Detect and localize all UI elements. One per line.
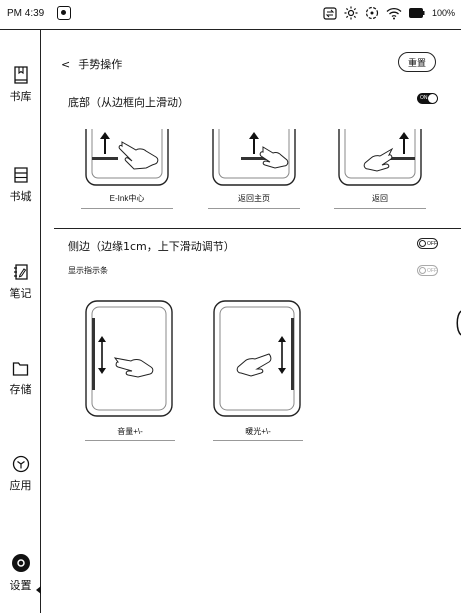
gesture-home-card[interactable] (211, 129, 297, 187)
indicator-toggle[interactable]: OFF (417, 265, 438, 276)
gesture-label: 返回 (372, 194, 388, 203)
sidebar-item-label: 存储 (9, 383, 32, 396)
gesture-label: 暖光+\- (245, 427, 271, 436)
brightness-icon[interactable] (344, 6, 358, 20)
folder-icon (12, 362, 29, 376)
toggle-state-label: OFF (427, 267, 437, 274)
battery-level: 100% (431, 8, 455, 18)
app-notification-icon[interactable] (57, 6, 71, 20)
apps-icon (12, 455, 29, 473)
gesture-volume-card[interactable] (85, 300, 173, 417)
sidebar-item-store[interactable]: 书城 (0, 166, 41, 204)
gesture-back-card[interactable] (337, 129, 423, 187)
gesture-label: E-Ink中心 (109, 194, 145, 203)
gesture-underline (208, 208, 300, 209)
status-time: PM 4:39 (7, 8, 45, 19)
sidebar-item-apps[interactable]: 应用 (0, 455, 41, 493)
gesture-eink-center-card[interactable] (84, 129, 170, 187)
sidebar-item-storage[interactable]: 存储 (0, 360, 41, 397)
page-title: 手势操作 (78, 58, 123, 71)
indicator-label: 显示指示条 (68, 266, 108, 275)
screen-refresh-icon[interactable] (323, 6, 337, 20)
toggle-state-label: ON (420, 95, 428, 101)
gesture-underline (213, 440, 303, 441)
settings-icon (11, 554, 30, 572)
sidebar: 书库 书城 笔记 存储 应用 设置 (0, 30, 41, 613)
gesture-underline (81, 208, 173, 209)
status-bar: PM 4:39 100% (0, 0, 461, 30)
sidebar-item-label: 应用 (9, 479, 32, 492)
gesture-underline (85, 440, 175, 441)
reset-button[interactable]: 重置 (398, 52, 436, 72)
store-icon (13, 167, 28, 183)
battery-icon (408, 8, 425, 18)
sidebar-item-label: 书库 (9, 90, 32, 103)
sidebar-item-library[interactable]: 书库 (0, 66, 41, 104)
bottom-gesture-toggle[interactable]: ON (417, 93, 438, 104)
sidebar-item-notes[interactable]: 笔记 (0, 263, 41, 301)
status-icons: 100% (323, 6, 455, 20)
note-icon (13, 264, 28, 280)
toggle-state-label: OFF (427, 240, 437, 247)
gesture-underline (334, 208, 426, 209)
sidebar-item-label: 设置 (9, 579, 32, 592)
sync-icon[interactable] (365, 6, 379, 20)
edge-drawer-handle[interactable] (453, 310, 461, 336)
sidebar-item-label: 书城 (9, 190, 32, 203)
toggle-knob (419, 240, 426, 247)
book-icon (13, 66, 28, 84)
gesture-label: 返回主页 (238, 194, 270, 203)
main-panel: < 手势操作 重置 底部（从边框向上滑动） ON E-Ink中心 返回主页 返回… (41, 30, 461, 613)
back-button[interactable]: < 手势操作 (61, 56, 122, 72)
toggle-knob (428, 94, 437, 103)
sidebar-item-label: 笔记 (9, 287, 32, 300)
toggle-knob (419, 267, 426, 274)
wifi-icon[interactable] (386, 7, 402, 20)
gesture-warmlight-card[interactable] (213, 300, 301, 417)
side-section-title: 侧边（边缘1cm，上下滑动调节） (68, 240, 235, 253)
bottom-section-title: 底部（从边框向上滑动） (68, 96, 189, 109)
side-gesture-toggle[interactable]: OFF (417, 238, 438, 249)
sidebar-item-settings[interactable]: 设置 (0, 553, 41, 593)
gesture-label: 音量+\- (117, 427, 143, 436)
section-divider (54, 228, 461, 229)
back-chevron-icon: < (61, 57, 71, 71)
